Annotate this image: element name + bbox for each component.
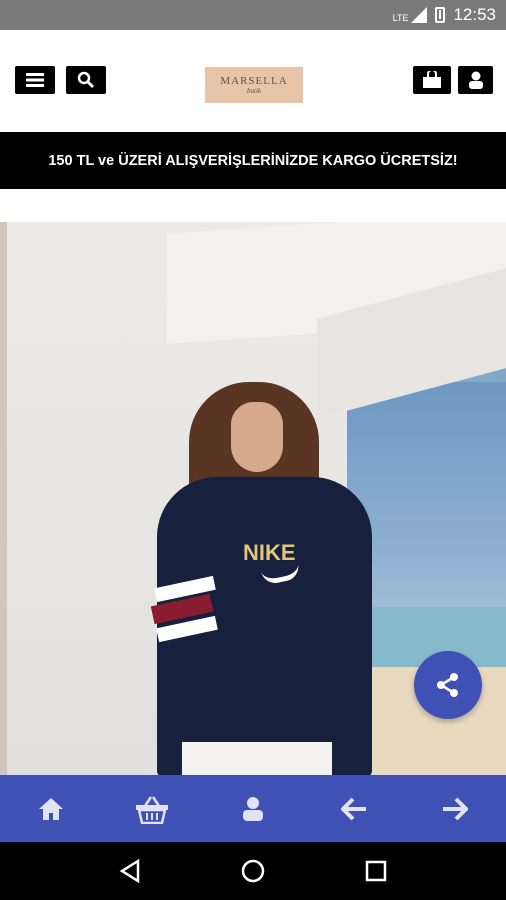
share-icon bbox=[437, 673, 458, 697]
logo-subtext: butik bbox=[247, 87, 261, 95]
promo-banner: 150 TL ve ÜZERİ ALIŞVERİŞLERİNİZDE KARGO… bbox=[0, 132, 506, 189]
brand-logo[interactable]: MARSELLA butik bbox=[205, 67, 303, 103]
menu-button[interactable] bbox=[15, 66, 55, 94]
home-circle-icon[interactable] bbox=[240, 858, 266, 884]
nav-forward-button[interactable] bbox=[425, 784, 485, 834]
shirt-print: NIKE bbox=[243, 540, 296, 565]
home-icon bbox=[38, 797, 63, 820]
system-nav-bar bbox=[0, 842, 506, 900]
basket-icon bbox=[135, 795, 168, 824]
logo-text: MARSELLA bbox=[220, 75, 288, 87]
nav-back-button[interactable] bbox=[324, 784, 384, 834]
nav-account-button[interactable] bbox=[223, 784, 283, 834]
model-face bbox=[231, 402, 283, 472]
site-header: MARSELLA butik bbox=[0, 30, 506, 132]
account-button[interactable] bbox=[458, 66, 493, 94]
nav-home-button[interactable] bbox=[21, 784, 81, 834]
shopping-bag-icon bbox=[423, 71, 441, 88]
nav-basket-button[interactable] bbox=[122, 784, 182, 834]
share-button[interactable] bbox=[414, 651, 482, 719]
recents-icon[interactable] bbox=[365, 860, 387, 882]
battery-icon bbox=[435, 7, 446, 23]
user-icon bbox=[242, 796, 263, 821]
signal-icon: LTE bbox=[393, 7, 428, 23]
bottom-nav bbox=[0, 775, 506, 842]
arrow-right-icon bbox=[443, 797, 469, 820]
back-icon[interactable] bbox=[119, 859, 141, 883]
model-pants bbox=[182, 742, 332, 775]
promo-text: 150 TL ve ÜZERİ ALIŞVERİŞLERİNİZDE KARGO… bbox=[48, 152, 458, 169]
arrow-left-icon bbox=[341, 797, 367, 820]
prev-slide-peek[interactable] bbox=[0, 222, 7, 775]
status-time: 12:53 bbox=[453, 5, 496, 24]
network-type: LTE bbox=[392, 13, 409, 23]
user-icon bbox=[468, 71, 483, 89]
menu-icon bbox=[26, 73, 44, 87]
status-bar: LTE 12:53 bbox=[0, 0, 506, 30]
search-button[interactable] bbox=[66, 66, 106, 94]
cart-button[interactable] bbox=[413, 66, 451, 94]
search-icon bbox=[77, 71, 95, 89]
